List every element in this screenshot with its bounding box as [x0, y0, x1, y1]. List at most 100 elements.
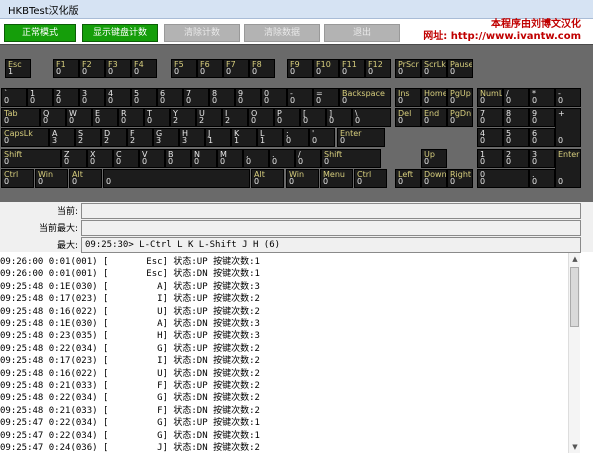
key-star: * 0 [529, 88, 555, 107]
brand-info: 本程序由刘博文汉化 网址: http://www.ivantw.com [423, 19, 581, 43]
key-count: 0 [82, 96, 88, 105]
key-count: 0 [4, 116, 10, 125]
key-count: 0 [424, 116, 430, 125]
key-count: 2 [225, 116, 231, 125]
key-count: 0 [450, 177, 456, 186]
key-a: A3 [49, 128, 75, 147]
key-count: 0 [200, 67, 206, 76]
key-count: 0 [226, 67, 232, 76]
key-t: T0 [144, 108, 170, 127]
key-e: E0 [92, 108, 118, 127]
key-count: 0 [480, 116, 486, 125]
key-plus: +0 [555, 108, 581, 147]
log-line: 09:26:00 0:01(001) [ Esc] 状态:DN 按键次数:1 [0, 269, 260, 280]
key-ins: Ins 0 [395, 88, 421, 107]
key-end: End 0 [421, 108, 447, 127]
key-count: 0 [424, 67, 430, 76]
key-count: 0 [134, 67, 140, 76]
clear-count-button[interactable]: 清除计数 [164, 24, 240, 42]
key-count: 0 [480, 177, 486, 186]
log-line: 09:25:48 0:22(034) [ G] 状态:UP 按键次数:2 [0, 343, 260, 354]
key-count: 0 [4, 96, 10, 105]
key-count: 0 [506, 116, 512, 125]
key-count: 0 [160, 96, 166, 105]
key-pause: Pause 0 [447, 59, 473, 78]
key-5: 50 [503, 128, 529, 147]
key-lbracket: [0 [300, 108, 326, 127]
key-4: 40 [105, 88, 131, 107]
key-r: R0 [118, 108, 144, 127]
key-count: 0 [480, 96, 486, 105]
scroll-thumb[interactable] [570, 267, 579, 327]
key-2: 20 [53, 88, 79, 107]
key-alt: Alt 0 [251, 169, 285, 188]
key-count: 0 [532, 96, 538, 105]
key-count: 0 [532, 157, 538, 166]
key-count: 0 [134, 96, 140, 105]
key-minus: -0 [287, 88, 313, 107]
key-count: 0 [246, 157, 252, 166]
key-count: 0 [38, 177, 44, 186]
key-9: 90 [235, 88, 261, 107]
key-count: 0 [56, 67, 62, 76]
key-esc: Esc 1 [5, 59, 31, 78]
key-count: 2 [78, 136, 84, 145]
key-count: 0 [316, 67, 322, 76]
key-f5: F5 0 [171, 59, 197, 78]
key-count: 0 [303, 116, 309, 125]
key-backslash: \ 0 [352, 108, 391, 127]
brand-line-2: 网址: http://www.ivantw.com [423, 31, 581, 42]
key-count: 0 [116, 157, 122, 166]
key-label: Backspace [342, 89, 385, 98]
key-numlk: NumLk0 [477, 88, 503, 107]
key-9: 90 [529, 108, 555, 127]
show-key-count-button[interactable]: 显示键盘计数 [82, 24, 158, 42]
key-count: 0 [272, 157, 278, 166]
key-count: 0 [286, 136, 292, 145]
key-event-log[interactable]: 09:26:00 0:01(001) [ Esc] 状态:UP 按键次数:1 09… [0, 253, 578, 467]
key-ctrl: Ctrl 0 [354, 169, 388, 188]
clear-data-button[interactable]: 清除数据 [244, 24, 320, 42]
key-rbracket: ] 0 [326, 108, 352, 127]
key-s: S2 [75, 128, 101, 147]
key-count: 0 [264, 96, 270, 105]
key-count: 0 [424, 177, 430, 186]
current-label: 当前: [56, 207, 78, 217]
key-b: B0 [165, 149, 191, 168]
key-alt: Alt 0 [69, 169, 103, 188]
key-7: 70 [183, 88, 209, 107]
log-line: 09:25:48 0:17(023) [ I] 状态:DN 按键次数:2 [0, 356, 260, 367]
key-count: 0 [43, 116, 49, 125]
key-down: Down 0 [421, 169, 447, 188]
key-count: 0 [252, 67, 258, 76]
key-win: Win 0 [286, 169, 320, 188]
key-slash: /0 [503, 88, 529, 107]
key-v: V0 [139, 149, 165, 168]
key-backtick: ` 0 [1, 88, 27, 107]
key-del: Del 0 [395, 108, 421, 127]
key-count: 0 [357, 177, 363, 186]
key-prscr: PrScr 0 [395, 59, 421, 78]
key-x: X0 [87, 149, 113, 168]
normal-mode-button[interactable]: 正常模式 [4, 24, 76, 42]
key-semicolon: ; 0 [283, 128, 309, 147]
key-count: 2 [130, 136, 136, 145]
key-pgup: PgUp 0 [447, 88, 473, 107]
key-z: Z0 [61, 149, 87, 168]
key-right: Right 0 [447, 169, 473, 188]
key-count: 3 [182, 136, 188, 145]
key-label: Enter [558, 150, 580, 159]
log-line: 09:25:47 0:22(034) [ G] 状态:UP 按键次数:1 [0, 418, 260, 429]
key-count: 1 [8, 67, 14, 76]
exit-button[interactable]: 退出 [324, 24, 400, 42]
key-count: 0 [506, 157, 512, 166]
key-d: D2 [101, 128, 127, 147]
key-h: H3 [179, 128, 205, 147]
key-7: 70 [477, 108, 503, 127]
key-count: 0 [108, 67, 114, 76]
key-count: 0 [106, 177, 112, 186]
key-count: 0 [212, 96, 218, 105]
key-count: 2 [173, 116, 179, 125]
key-f12: F12 0 [365, 59, 391, 78]
key-pgdn: PgDn 0 [447, 108, 473, 127]
